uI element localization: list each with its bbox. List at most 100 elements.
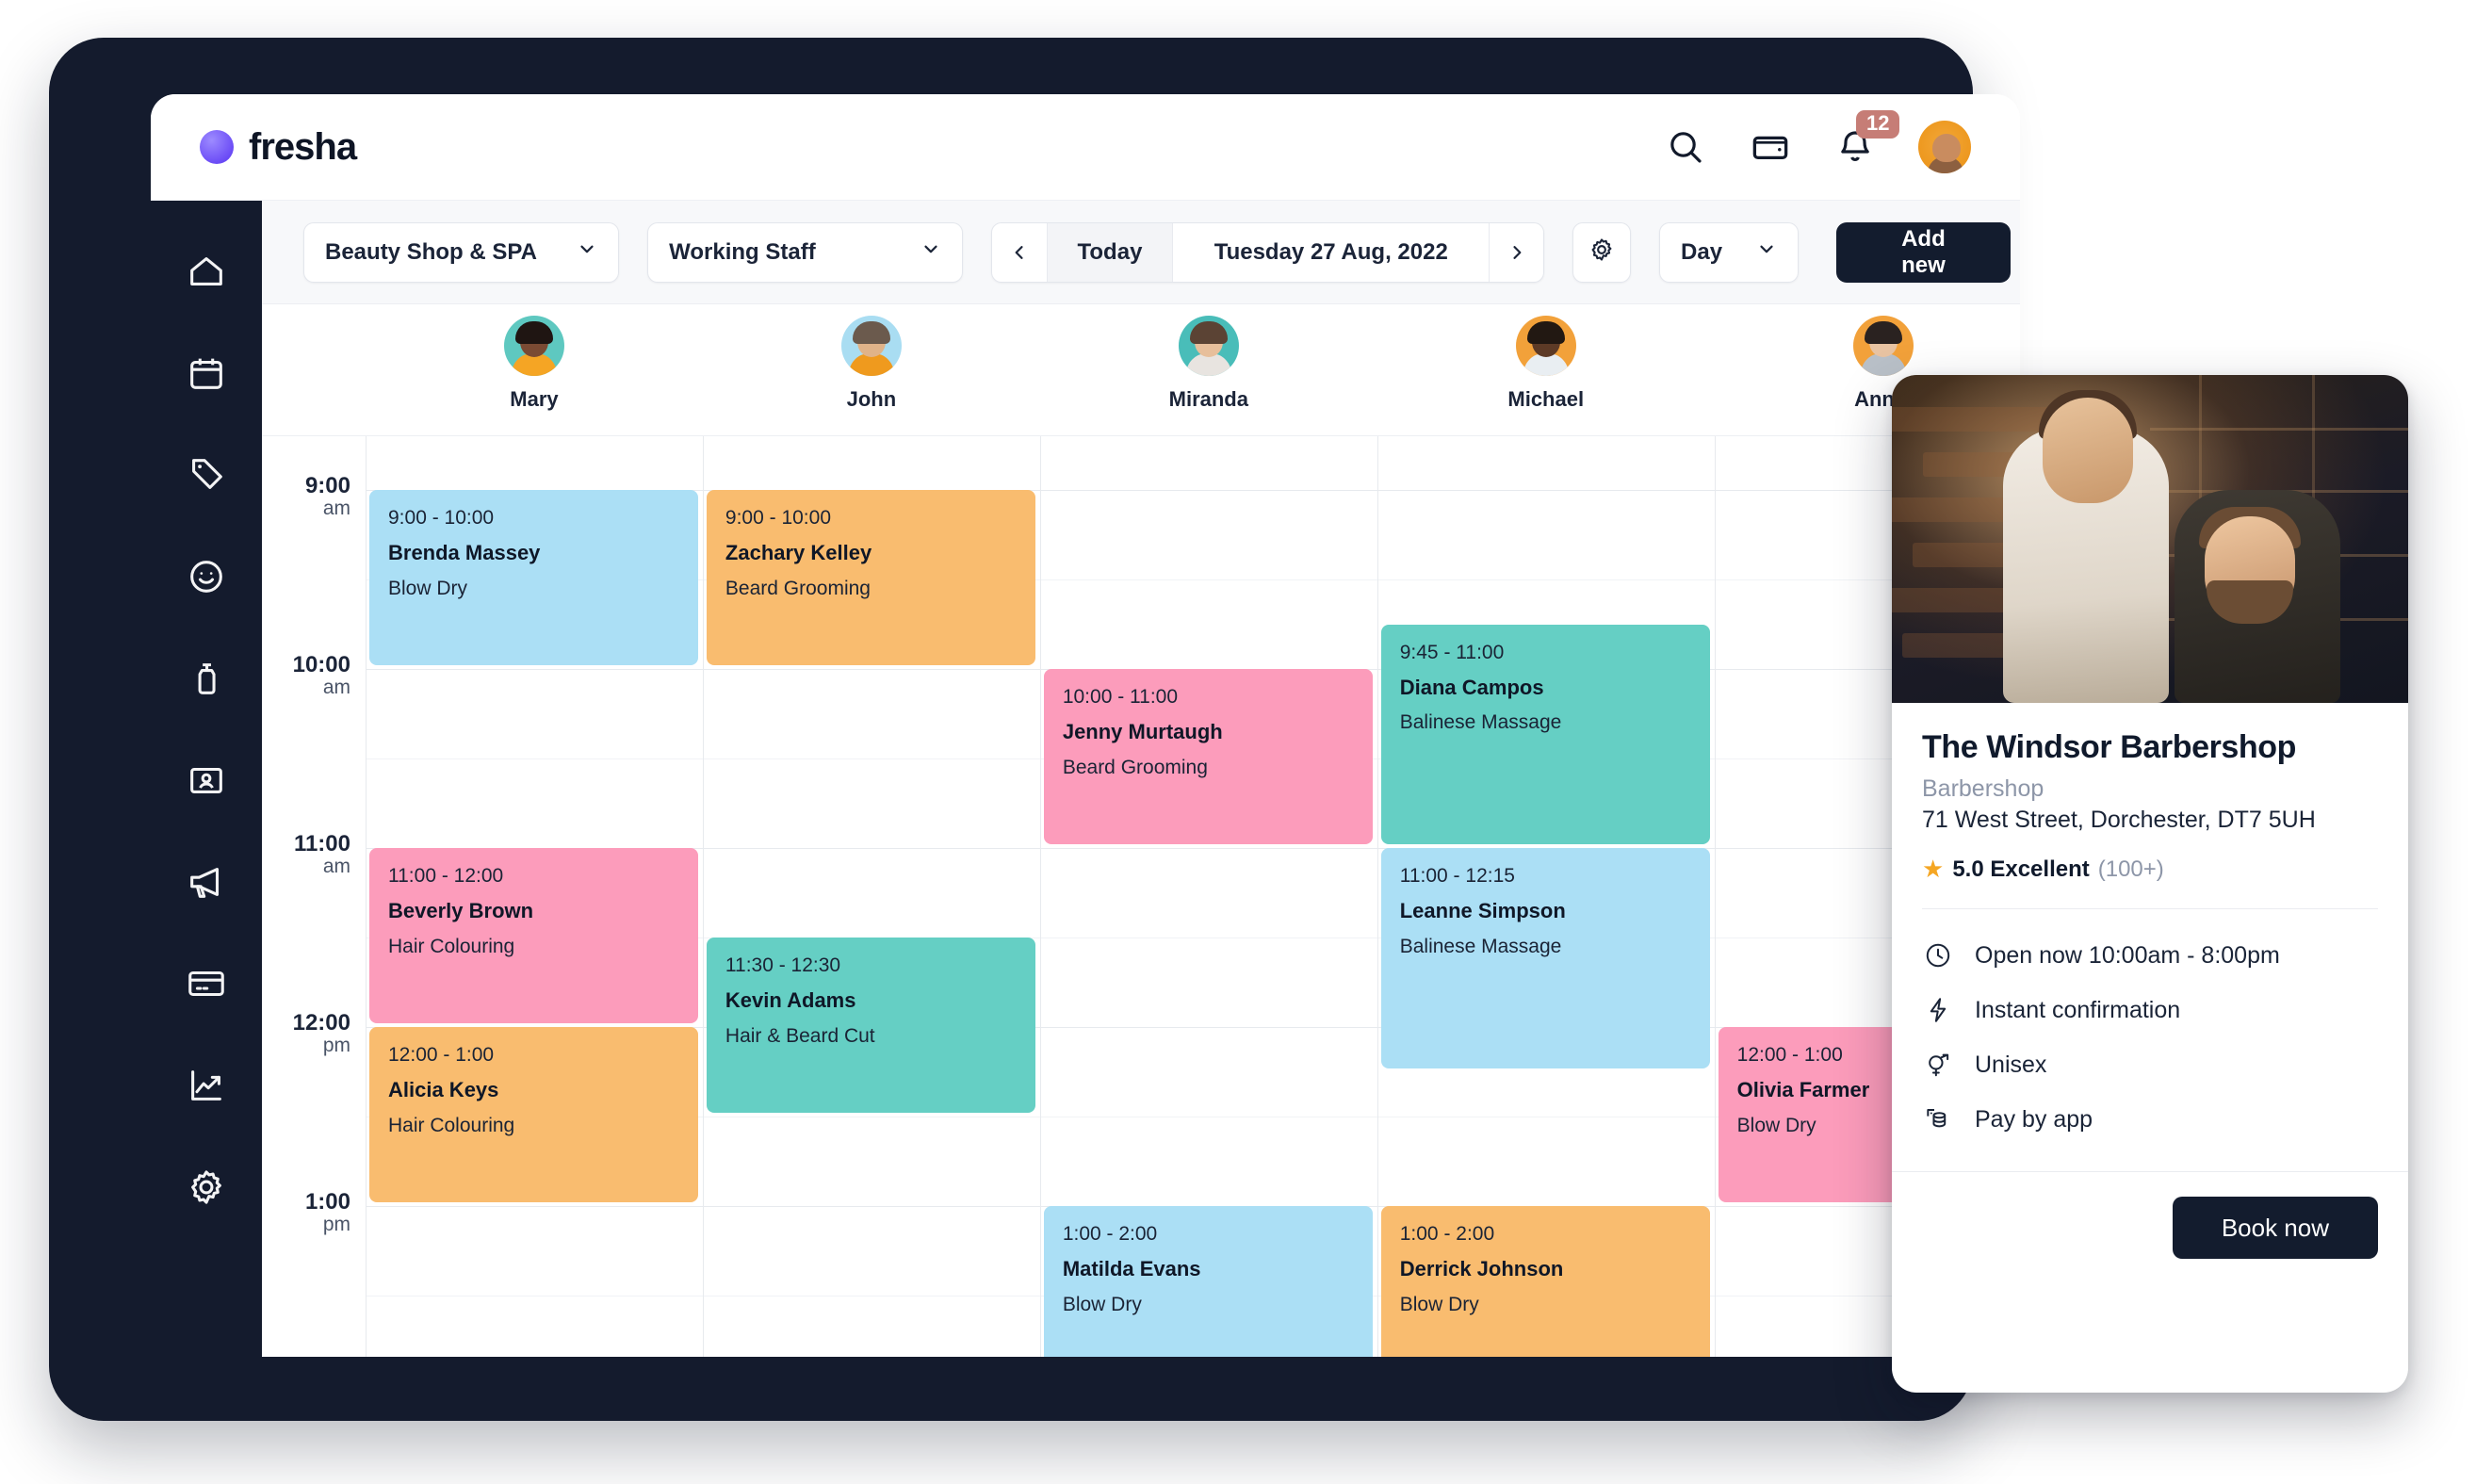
brand-logo[interactable]: fresha xyxy=(200,125,357,169)
appointment-service: Blow Dry xyxy=(388,577,468,599)
staff-column-header[interactable]: Miranda xyxy=(1040,304,1377,435)
staff-name: John xyxy=(846,387,897,411)
view-select-value: Day xyxy=(1681,238,1723,265)
time-label: 9:00 am xyxy=(304,473,350,520)
calendar-settings-button[interactable] xyxy=(1572,221,1632,283)
rating-value: 5.0 Excellent xyxy=(1952,856,2090,882)
unisex-icon xyxy=(1922,1049,1954,1081)
appointment-client: Derrick Johnson xyxy=(1399,1257,1564,1281)
sidebar-item-reports[interactable] xyxy=(185,1064,228,1107)
sidebar-item-marketing[interactable] xyxy=(185,860,228,904)
appointment-time: 1:00 - 2:00 xyxy=(1062,1223,1158,1245)
location-select[interactable]: Beauty Shop & SPA xyxy=(303,221,620,283)
appointment-time: 9:00 - 10:00 xyxy=(725,507,831,529)
fresha-dot-icon xyxy=(200,130,234,164)
appointment-card[interactable]: 9:00 - 10:00 Zachary Kelley Beard Grooming xyxy=(706,490,1035,665)
brand-name: fresha xyxy=(249,125,357,168)
gear-icon xyxy=(1588,236,1616,269)
tablet-screen: fresha 12 Beauty Shop & SPA Working Staf… xyxy=(151,94,2020,1357)
main-content: Beauty Shop & SPA Working Staff Today Tu… xyxy=(262,201,2020,1357)
appointment-time: 11:00 - 12:15 xyxy=(1399,865,1515,887)
tablet-frame: fresha 12 Beauty Shop & SPA Working Staf… xyxy=(49,38,2020,1421)
sidebar-item-settings[interactable] xyxy=(185,1166,228,1209)
calendar-grid: 9:00am10:00am11:00am12:00pm1:00pm2:00pm … xyxy=(262,436,2020,1357)
appointment-time: 9:45 - 11:00 xyxy=(1399,641,1505,663)
staff-column-header[interactable]: John xyxy=(703,304,1040,435)
venue-title: The Windsor Barbershop xyxy=(1922,729,2297,765)
venue-address: 71 West Street, Dorchester, DT7 5UH xyxy=(1922,807,2316,833)
user-avatar[interactable] xyxy=(1918,121,1971,173)
staff-avatar xyxy=(1852,316,1914,376)
staff-filter-select[interactable]: Working Staff xyxy=(647,221,964,283)
venue-category: Barbershop xyxy=(1922,775,2044,802)
sidebar-item-home[interactable] xyxy=(185,250,228,293)
staff-column-header[interactable]: Michael xyxy=(1377,304,1715,435)
wallet-icon[interactable] xyxy=(1749,125,1792,169)
column-divider xyxy=(1376,436,1378,1357)
appointment-client: Diana Campos xyxy=(1399,675,1544,699)
screenshot-root: fresha 12 Beauty Shop & SPA Working Staf… xyxy=(0,0,2476,1484)
venue-photo xyxy=(1892,375,2408,703)
book-now-button[interactable]: Book now xyxy=(2172,1197,2378,1259)
appointment-card[interactable]: 11:00 - 12:00 Beverly Brown Hair Colouring xyxy=(369,848,698,1023)
appointment-client: Matilda Evans xyxy=(1062,1257,1201,1281)
staff-name: Mary xyxy=(510,387,559,411)
appointment-time: 12:00 - 1:00 xyxy=(388,1044,495,1066)
feature-label: Unisex xyxy=(1975,1051,2047,1078)
time-label: 12:00 pm xyxy=(292,1010,350,1057)
staff-name: Miranda xyxy=(1168,387,1248,411)
feature-label: Pay by app xyxy=(1975,1105,2093,1133)
search-icon[interactable] xyxy=(1664,125,1707,169)
previous-day-button[interactable] xyxy=(992,223,1046,282)
view-select[interactable]: Day xyxy=(1659,221,1800,283)
header-actions: 12 xyxy=(1664,110,1971,173)
appointment-client: Leanne Simpson xyxy=(1399,899,1566,923)
appointment-card[interactable]: 10:00 - 11:00 Jenny Murtaugh Beard Groomin… xyxy=(1043,669,1373,844)
staff-avatar xyxy=(1515,316,1576,376)
feature-open-hours: Open now 10:00am - 8:00pm xyxy=(1922,928,2378,983)
appointment-card[interactable]: 9:00 - 10:00 Brenda Massey Blow Dry xyxy=(369,490,698,665)
appointment-service: Beard Grooming xyxy=(725,577,871,599)
column-divider xyxy=(702,436,704,1357)
sidebar-item-payments[interactable] xyxy=(185,962,228,1005)
appointment-card[interactable]: 9:45 - 11:00 Diana Campos Balinese Massage xyxy=(1380,624,1710,844)
time-label: 10:00 am xyxy=(292,652,350,699)
sidebar-item-products[interactable] xyxy=(185,657,228,700)
staff-avatar xyxy=(840,316,902,376)
sidebar-item-team[interactable] xyxy=(185,758,228,802)
sidebar-item-clients[interactable] xyxy=(185,555,228,598)
appointment-card[interactable]: 11:30 - 12:30 Kevin Adams Hair & Beard Cut xyxy=(706,938,1035,1113)
appointment-card[interactable]: 1:00 - 2:00 Matilda Evans Blow Dry xyxy=(1043,1206,1373,1357)
current-date-label[interactable]: Tuesday 27 Aug, 2022 xyxy=(1173,222,1490,282)
appointment-card[interactable]: 12:00 - 1:00 Alicia Keys Hair Colouring xyxy=(369,1027,698,1202)
staff-filter-value: Working Staff xyxy=(669,238,816,265)
sidebar-nav xyxy=(151,201,262,1357)
appointment-card[interactable]: 11:00 - 12:15 Leanne Simpson Balinese Mass… xyxy=(1380,848,1710,1068)
venue-card-footer: Book now xyxy=(1892,1171,2408,1259)
staff-avatar xyxy=(503,316,564,376)
appointment-service: Blow Dry xyxy=(1399,1293,1479,1315)
appointment-time: 10:00 - 11:00 xyxy=(1062,686,1179,708)
staff-name: Michael xyxy=(1507,387,1585,411)
clock-icon xyxy=(1922,939,1954,971)
time-label: 11:00 am xyxy=(293,831,350,878)
today-button[interactable]: Today xyxy=(1046,222,1174,282)
feature-pay-by-app: Pay by app xyxy=(1922,1092,2378,1147)
appointment-card[interactable]: 1:00 - 2:00 Derrick Johnson Blow Dry xyxy=(1380,1206,1710,1357)
sidebar-item-sales[interactable] xyxy=(185,453,228,497)
appointment-service: Balinese Massage xyxy=(1399,935,1562,957)
appointment-service: Hair & Beard Cut xyxy=(725,1024,875,1047)
time-label: 1:00 pm xyxy=(304,1189,350,1236)
appointment-client: Jenny Murtaugh xyxy=(1062,720,1223,744)
column-divider xyxy=(1039,436,1041,1357)
staff-column-header[interactable]: Mary xyxy=(366,304,703,435)
add-new-button[interactable]: Add new xyxy=(1836,221,2011,283)
sidebar-item-calendar[interactable] xyxy=(185,351,228,395)
appointment-service: Hair Colouring xyxy=(388,935,515,957)
next-day-button[interactable] xyxy=(1490,223,1543,282)
notifications-bell-icon[interactable]: 12 xyxy=(1833,110,1900,169)
column-divider xyxy=(366,436,367,1357)
pay-app-icon xyxy=(1922,1103,1954,1135)
staff-columns-header: Mary John Miranda Michael Annie xyxy=(262,304,2020,436)
date-navigator: Today Tuesday 27 Aug, 2022 xyxy=(991,221,1545,283)
